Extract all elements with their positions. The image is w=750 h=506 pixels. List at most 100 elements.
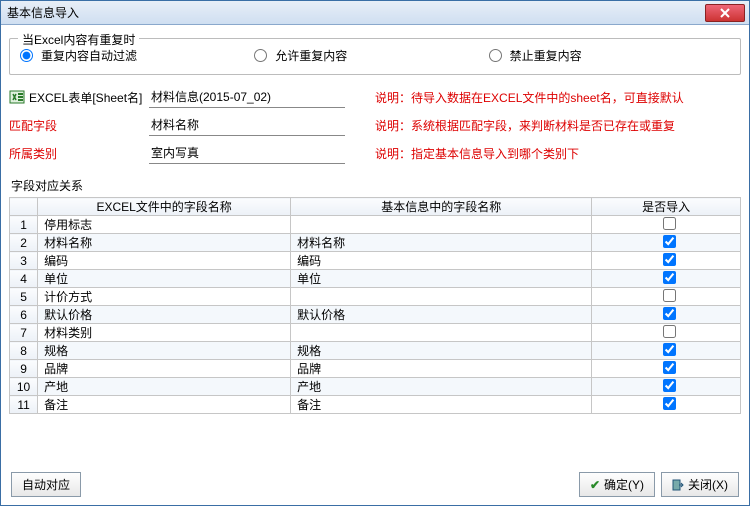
door-icon (672, 479, 684, 491)
import-checkbox[interactable] (663, 235, 676, 248)
category-label: 所属类别 (9, 145, 149, 162)
table-row[interactable]: 6默认价格默认价格 (10, 306, 741, 324)
match-desc: 说明：系统根据匹配字段，来判断材料是否已存在或重复 (375, 117, 741, 134)
import-checkbox[interactable] (663, 307, 676, 320)
basic-field-cell[interactable]: 产地 (291, 378, 592, 396)
excel-field-cell[interactable]: 规格 (38, 342, 291, 360)
close-icon (720, 8, 730, 18)
import-cell (592, 234, 741, 252)
table-row[interactable]: 2材料名称材料名称 (10, 234, 741, 252)
basic-field-cell[interactable]: 材料名称 (291, 234, 592, 252)
row-number: 11 (10, 396, 38, 414)
sheet-value[interactable]: 材料信息(2015-07_02) (149, 86, 345, 108)
row-number: 7 (10, 324, 38, 342)
basic-field-cell[interactable]: 编码 (291, 252, 592, 270)
import-checkbox[interactable] (663, 379, 676, 392)
basic-field-cell[interactable]: 规格 (291, 342, 592, 360)
radio-label: 重复内容自动过滤 (41, 47, 137, 64)
import-checkbox[interactable] (663, 253, 676, 266)
table-row[interactable]: 10产地产地 (10, 378, 741, 396)
import-checkbox[interactable] (663, 343, 676, 356)
table-row[interactable]: 9品牌品牌 (10, 360, 741, 378)
excel-field-cell[interactable]: 品牌 (38, 360, 291, 378)
excel-field-cell[interactable]: 计价方式 (38, 288, 291, 306)
excel-field-cell[interactable]: 材料名称 (38, 234, 291, 252)
import-checkbox[interactable] (663, 325, 676, 338)
basic-field-cell[interactable]: 品牌 (291, 360, 592, 378)
import-checkbox[interactable] (663, 271, 676, 284)
basic-field-cell[interactable] (291, 324, 592, 342)
basic-field-cell[interactable]: 默认价格 (291, 306, 592, 324)
row-number: 4 (10, 270, 38, 288)
row-number: 9 (10, 360, 38, 378)
row-number: 5 (10, 288, 38, 306)
excel-field-cell[interactable]: 默认价格 (38, 306, 291, 324)
basic-field-cell[interactable] (291, 216, 592, 234)
import-cell (592, 378, 741, 396)
sheet-label: EXCEL表单[Sheet名] (9, 89, 149, 106)
close-button[interactable]: 关闭(X) (661, 472, 739, 497)
excel-field-cell[interactable]: 单位 (38, 270, 291, 288)
row-number: 3 (10, 252, 38, 270)
match-value[interactable]: 材料名称 (149, 114, 345, 136)
import-cell (592, 360, 741, 378)
category-value[interactable]: 室内写真 (149, 142, 345, 164)
category-desc: 说明：指定基本信息导入到哪个类别下 (375, 145, 741, 162)
window-close-button[interactable] (705, 4, 745, 22)
radio-allow-dup[interactable]: 允许重复内容 (254, 47, 488, 64)
import-cell (592, 288, 741, 306)
excel-icon (9, 89, 25, 105)
excel-field-cell[interactable]: 材料类别 (38, 324, 291, 342)
check-icon: ✔ (590, 478, 600, 492)
excel-field-cell[interactable]: 产地 (38, 378, 291, 396)
import-cell (592, 252, 741, 270)
basic-field-cell[interactable]: 单位 (291, 270, 592, 288)
match-label: 匹配字段 (9, 117, 149, 134)
table-row[interactable]: 4单位单位 (10, 270, 741, 288)
radio-forbid-dup-input[interactable] (489, 49, 502, 62)
excel-field-cell[interactable]: 停用标志 (38, 216, 291, 234)
import-cell (592, 342, 741, 360)
import-checkbox[interactable] (663, 217, 676, 230)
content-area: 当Excel内容有重复时 重复内容自动过滤 允许重复内容 禁止重复内容 EXCE… (1, 25, 749, 414)
fields-area: EXCEL表单[Sheet名] 材料信息(2015-07_02) 说明：待导入数… (9, 85, 741, 165)
header-rownum (10, 198, 38, 216)
row-number: 2 (10, 234, 38, 252)
radio-auto-filter[interactable]: 重复内容自动过滤 (20, 47, 254, 64)
window: 基本信息导入 当Excel内容有重复时 重复内容自动过滤 允许重复内容 禁止重复… (0, 0, 750, 506)
row-number: 10 (10, 378, 38, 396)
radio-allow-dup-input[interactable] (254, 49, 267, 62)
import-checkbox[interactable] (663, 289, 676, 302)
excel-field-cell[interactable]: 编码 (38, 252, 291, 270)
auto-map-button[interactable]: 自动对应 (11, 472, 81, 497)
mapping-grid: EXCEL文件中的字段名称 基本信息中的字段名称 是否导入 1停用标志2材料名称… (9, 197, 741, 414)
table-row[interactable]: 1停用标志 (10, 216, 741, 234)
import-cell (592, 306, 741, 324)
radio-forbid-dup[interactable]: 禁止重复内容 (489, 47, 723, 64)
import-checkbox[interactable] (663, 397, 676, 410)
radio-auto-filter-input[interactable] (20, 49, 33, 62)
excel-field-cell[interactable]: 备注 (38, 396, 291, 414)
basic-field-cell[interactable]: 备注 (291, 396, 592, 414)
radio-label: 允许重复内容 (275, 47, 347, 64)
ok-button[interactable]: ✔ 确定(Y) (579, 472, 655, 497)
row-number: 8 (10, 342, 38, 360)
table-row[interactable]: 3编码编码 (10, 252, 741, 270)
sheet-row: EXCEL表单[Sheet名] 材料信息(2015-07_02) 说明：待导入数… (9, 85, 741, 109)
import-cell (592, 324, 741, 342)
table-row[interactable]: 8规格规格 (10, 342, 741, 360)
table-row[interactable]: 11备注备注 (10, 396, 741, 414)
footer-spacer (81, 472, 579, 497)
radio-label: 禁止重复内容 (510, 47, 582, 64)
import-cell (592, 270, 741, 288)
category-row: 所属类别 室内写真 说明：指定基本信息导入到哪个类别下 (9, 141, 741, 165)
duplicate-group: 当Excel内容有重复时 重复内容自动过滤 允许重复内容 禁止重复内容 (9, 38, 741, 75)
header-import: 是否导入 (592, 198, 741, 216)
import-cell (592, 216, 741, 234)
basic-field-cell[interactable] (291, 288, 592, 306)
table-row[interactable]: 5计价方式 (10, 288, 741, 306)
import-checkbox[interactable] (663, 361, 676, 374)
table-row[interactable]: 7材料类别 (10, 324, 741, 342)
window-title: 基本信息导入 (5, 4, 705, 21)
table-header-row: EXCEL文件中的字段名称 基本信息中的字段名称 是否导入 (10, 198, 741, 216)
